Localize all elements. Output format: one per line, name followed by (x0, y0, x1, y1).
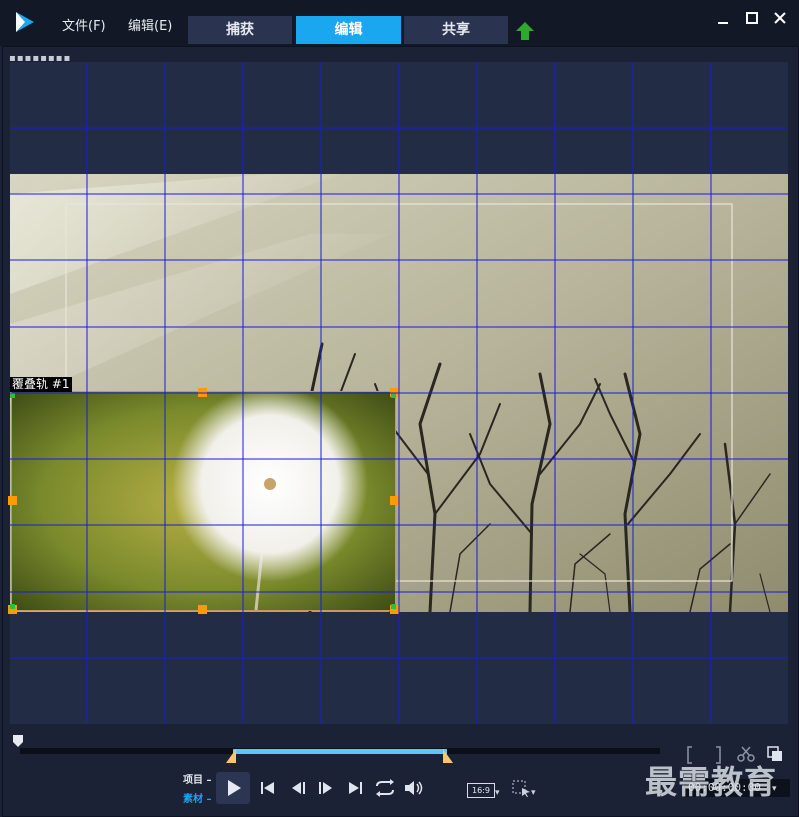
go-to-end-button[interactable] (341, 775, 369, 801)
chevron-down-icon[interactable]: ▾ (531, 788, 536, 798)
overlay-clip[interactable] (11, 391, 396, 611)
overlay-image (12, 392, 395, 610)
resize-handle-left[interactable] (8, 496, 17, 505)
distort-handle-top-left[interactable] (10, 393, 15, 398)
upload-arrow-icon[interactable] (515, 21, 535, 41)
resize-handle-top[interactable] (198, 388, 207, 397)
close-icon[interactable] (770, 8, 790, 28)
app-logo-icon (16, 12, 34, 32)
tab-capture[interactable]: 捕获 (188, 16, 292, 44)
overlay-track-label: 覆叠轨 #1 (10, 377, 72, 392)
distort-handle-bottom-left[interactable] (10, 604, 15, 609)
go-to-start-button[interactable] (254, 775, 282, 801)
trim-selection[interactable] (233, 749, 447, 754)
distort-handle-top-right[interactable] (391, 393, 396, 398)
menu-edit[interactable]: 编辑(E) (128, 15, 172, 34)
minimize-icon[interactable] (713, 8, 733, 28)
playhead-icon[interactable] (12, 734, 24, 748)
volume-button[interactable] (400, 775, 428, 801)
resize-handle-bottom[interactable] (198, 605, 207, 614)
resize-handle-right[interactable] (390, 496, 399, 505)
next-frame-button[interactable] (311, 775, 339, 801)
menu-file[interactable]: 文件(F) (62, 15, 106, 34)
clip-mode-label[interactable]: 素材 – (183, 790, 211, 805)
tab-edit[interactable]: 编辑 (296, 16, 401, 44)
distort-handle-bottom-right[interactable] (391, 604, 396, 609)
repeat-button[interactable] (371, 775, 399, 801)
watermark: 最需教育 (645, 763, 778, 801)
chevron-down-icon[interactable]: ▾ (495, 788, 500, 798)
previous-frame-button[interactable] (285, 775, 313, 801)
play-button[interactable] (216, 772, 250, 804)
project-mode-label[interactable]: 项目 – (183, 771, 211, 786)
aspect-ratio-button[interactable]: 16:9 (467, 783, 495, 798)
tab-share[interactable]: 共享 (404, 16, 508, 44)
maximize-icon[interactable] (742, 8, 762, 28)
